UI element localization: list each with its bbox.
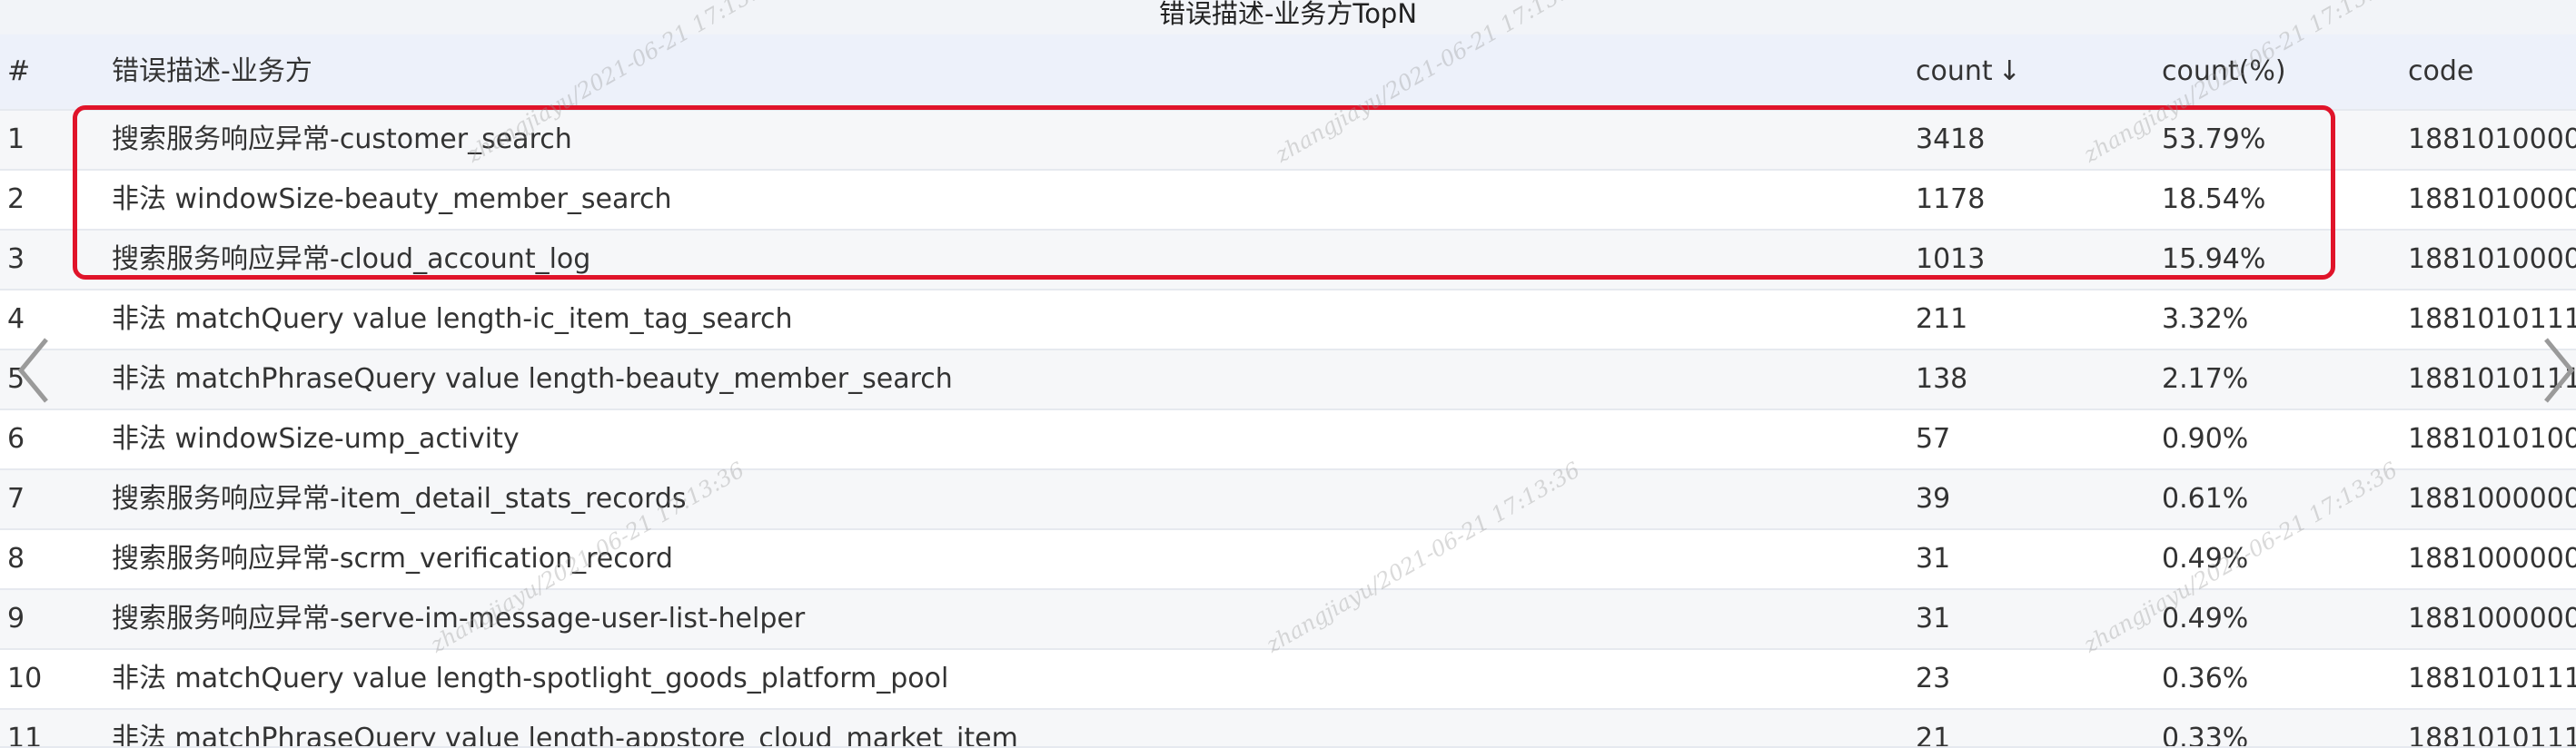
- column-header-count[interactable]: count ↓: [1916, 34, 2134, 109]
- table-row[interactable]: 10 非法 matchQuery value length-spotlight_…: [0, 650, 2576, 710]
- row-count: 23: [1916, 663, 1951, 694]
- table-row[interactable]: 11 非法 matchPhraseQuery value length-apps…: [0, 710, 2576, 748]
- row-code: 18810000002: [2408, 603, 2576, 635]
- row-count-pct: 2.17%: [2162, 363, 2249, 395]
- row-count-pct: 0.49%: [2162, 603, 2249, 635]
- row-description: 非法 matchPhraseQuery value length-beauty_…: [112, 363, 953, 395]
- row-count: 211: [1916, 303, 1968, 335]
- row-count: 21: [1916, 723, 1951, 748]
- chevron-right-icon[interactable]: [2536, 334, 2576, 407]
- column-header-count-label: count: [1916, 55, 1993, 87]
- column-header-description[interactable]: 错误描述-业务方: [112, 34, 1838, 109]
- row-code: 18810000002: [2408, 543, 2576, 575]
- column-header-index: #: [7, 55, 31, 87]
- row-index: 11: [7, 723, 43, 748]
- sort-descending-icon[interactable]: ↓: [1998, 55, 2021, 87]
- table-row[interactable]: 6 非法 windowSize-ump_activity 57 0.90% 18…: [0, 410, 2576, 470]
- column-header-code[interactable]: code: [2408, 34, 2576, 109]
- row-count: 57: [1916, 423, 1951, 455]
- row-index: 8: [7, 543, 25, 575]
- table-row[interactable]: 7 搜索服务响应异常-item_detail_stats_records 39 …: [0, 470, 2576, 530]
- row-description: 搜索服务响应异常-scrm_verification_record: [112, 543, 673, 575]
- row-index: 6: [7, 423, 25, 455]
- row-count-pct: 0.36%: [2162, 663, 2249, 694]
- chevron-left-icon[interactable]: [11, 334, 56, 407]
- row-code: 18810101110: [2408, 663, 2576, 694]
- row-count-pct: 3.32%: [2162, 303, 2249, 335]
- row-code: 18810000002: [2408, 483, 2576, 515]
- row-code: 18810101110: [2408, 723, 2576, 748]
- row-code: 18810100002: [2408, 123, 2576, 155]
- row-count-pct: 0.33%: [2162, 723, 2249, 748]
- row-description: 非法 matchQuery value length-spotlight_goo…: [112, 663, 949, 694]
- row-description: 非法 windowSize-ump_activity: [112, 423, 520, 455]
- row-index: 9: [7, 603, 25, 635]
- row-count-pct: 0.90%: [2162, 423, 2249, 455]
- row-code: 18810101000: [2408, 423, 2576, 455]
- row-count: 39: [1916, 483, 1951, 515]
- row-index: 7: [7, 483, 25, 515]
- panel-title: 错误描述-业务方TopN: [0, 0, 2576, 34]
- row-index: 10: [7, 663, 43, 694]
- row-count: 138: [1916, 363, 1968, 395]
- row-description: 非法 matchQuery value length-ic_item_tag_s…: [112, 303, 793, 335]
- table-row[interactable]: 5 非法 matchPhraseQuery value length-beaut…: [0, 350, 2576, 410]
- row-code: 18810100002: [2408, 183, 2576, 215]
- table-row[interactable]: 4 非法 matchQuery value length-ic_item_tag…: [0, 290, 2576, 350]
- row-code: 18810100002: [2408, 243, 2576, 275]
- row-description: 非法 matchPhraseQuery value length-appstor…: [112, 723, 1018, 748]
- row-count: 31: [1916, 543, 1951, 575]
- row-description: 搜索服务响应异常-serve-im-message-user-list-help…: [112, 603, 806, 635]
- highlight-box: [73, 105, 2335, 280]
